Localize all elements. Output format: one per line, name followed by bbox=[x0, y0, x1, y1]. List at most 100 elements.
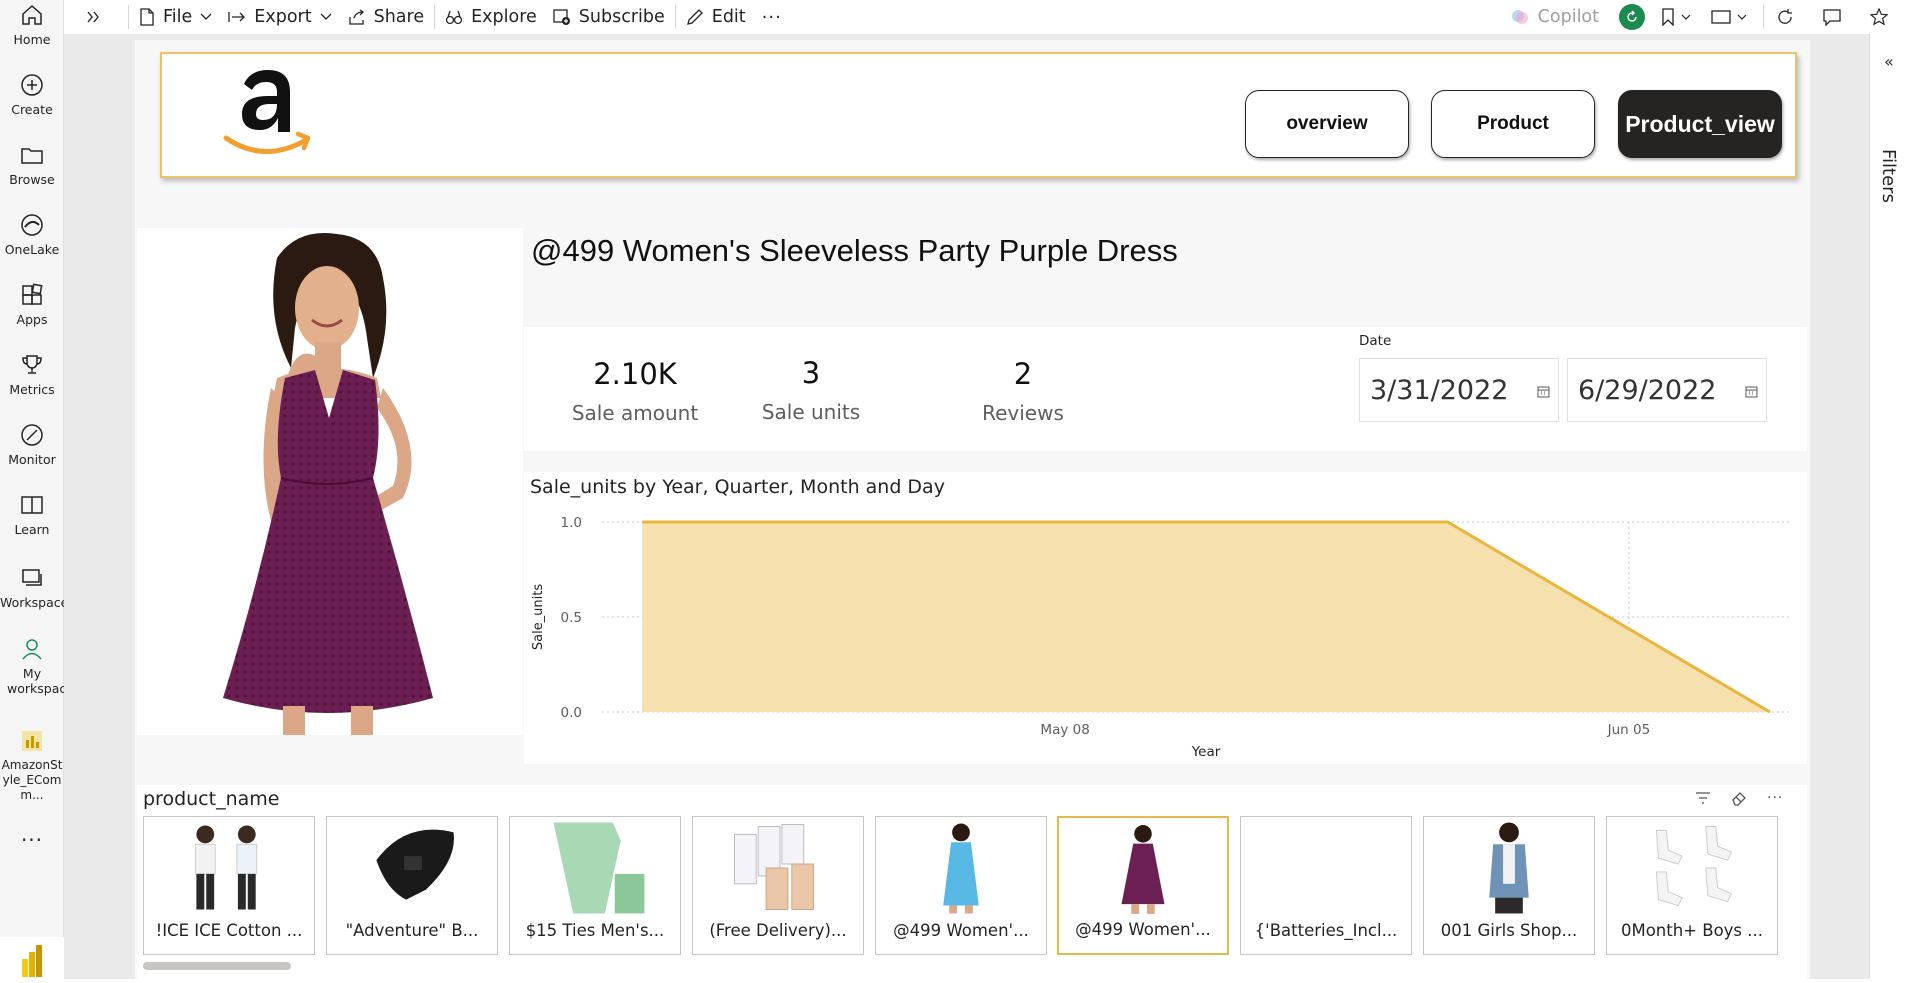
reload-icon bbox=[1778, 9, 1792, 24]
nav-metrics[interactable]: Metrics bbox=[0, 352, 64, 397]
copilot-icon bbox=[1511, 10, 1528, 24]
nav-more-button[interactable]: ... bbox=[0, 822, 64, 846]
kpi-sale-units-label: Sale units bbox=[761, 400, 861, 424]
kpi-sale-amount-value: 2.10K bbox=[593, 357, 677, 391]
slicer-item-label: 001 Girls Shop... bbox=[1440, 921, 1578, 940]
view-menu[interactable] bbox=[1705, 0, 1761, 34]
end-date-input[interactable]: 6/29/2022 bbox=[1567, 358, 1767, 422]
slicer-horizontal-scrollbar[interactable] bbox=[143, 962, 291, 970]
kpi-reviews-value: 2 bbox=[1013, 357, 1033, 391]
nav-create[interactable]: Create bbox=[0, 72, 64, 117]
start-date-value: 3/31/2022 bbox=[1370, 374, 1509, 406]
powerbi-icon bbox=[22, 945, 42, 977]
file-menu[interactable]: File bbox=[131, 0, 220, 34]
favorite-button[interactable] bbox=[1860, 0, 1910, 34]
slicer-item-label: {'Batteries_Incl... bbox=[1254, 921, 1398, 940]
more-options-button[interactable]: ··· bbox=[754, 0, 790, 34]
copilot-button[interactable]: Copilot bbox=[1500, 7, 1609, 27]
data-point bbox=[641, 521, 643, 523]
product-thumbnail bbox=[1489, 822, 1529, 914]
filters-collapse-button[interactable]: « bbox=[1884, 52, 1894, 71]
date-slicer-label: Date bbox=[1359, 333, 1392, 349]
subscribe-button[interactable]: Subscribe bbox=[545, 0, 673, 34]
home-icon bbox=[22, 4, 42, 25]
nav-onelake[interactable]: OneLake bbox=[0, 212, 64, 257]
area-fill bbox=[642, 522, 1770, 712]
product-title: @499 Women's Sleeveless Party Purple Dre… bbox=[531, 233, 1178, 268]
toolbar-divider bbox=[674, 5, 676, 29]
product-thumbnail bbox=[553, 822, 645, 914]
nav-report-label: AmazonStyle_EComm... bbox=[1, 758, 63, 802]
export-menu[interactable]: Export bbox=[220, 0, 339, 34]
x-tick-label: Jun 05 bbox=[1607, 722, 1651, 738]
overview-nav-button[interactable]: overview bbox=[1245, 90, 1409, 158]
slicer-item-label: @499 Women'... bbox=[893, 921, 1029, 940]
slicer-item-label: $15 Ties Men's... bbox=[525, 921, 665, 940]
slicer-item[interactable]: @499 Women'... bbox=[875, 816, 1047, 955]
nav-workspaces[interactable]: Workspaces bbox=[0, 565, 75, 610]
sale-units-area-chart[interactable]: 0.0 0.5 1.0 May 08 Jun 05 Year Sale_units bbox=[524, 472, 1807, 764]
report-icon bbox=[22, 731, 42, 751]
slicer-item[interactable]: {'Batteries_Incl... bbox=[1240, 816, 1412, 955]
slicer-title: product_name bbox=[143, 788, 280, 810]
nav-monitor-label: Monitor bbox=[8, 452, 56, 467]
slicer-item-label: @499 Women'... bbox=[1075, 920, 1211, 939]
product-image-panel bbox=[137, 228, 523, 735]
share-button[interactable]: Share bbox=[340, 0, 433, 34]
slicer-item[interactable]: (Free Delivery)... bbox=[692, 816, 864, 955]
nav-browse-label: Browse bbox=[9, 172, 55, 187]
bookmark-menu[interactable] bbox=[1655, 0, 1705, 34]
slicer-item-label: "Adventure" B... bbox=[345, 921, 479, 940]
binoculars-icon bbox=[445, 10, 463, 25]
nav-browse[interactable]: Browse bbox=[0, 142, 64, 187]
filter-icon[interactable] bbox=[1695, 791, 1711, 805]
product-thumbnail bbox=[194, 825, 258, 910]
nav-home[interactable]: Home bbox=[0, 2, 64, 47]
nav-home-label: Home bbox=[13, 32, 51, 47]
product-view-nav-button[interactable]: Product_view bbox=[1618, 90, 1782, 158]
subscribe-button-label: Subscribe bbox=[578, 7, 665, 27]
slicer-item-label: (Free Delivery)... bbox=[709, 921, 847, 940]
calendar-icon[interactable] bbox=[1537, 385, 1550, 398]
eraser-icon[interactable] bbox=[1731, 790, 1747, 806]
slicer-item[interactable]: "Adventure" B... bbox=[326, 816, 498, 955]
product-nav-button[interactable]: Product bbox=[1431, 90, 1595, 158]
chevron-down-icon bbox=[1737, 14, 1747, 20]
nav-apps[interactable]: Apps bbox=[0, 282, 64, 327]
explore-button-label: Explore bbox=[471, 7, 537, 27]
refresh-circle-icon bbox=[1627, 10, 1637, 22]
data-point bbox=[1447, 521, 1449, 523]
kpi-sale-amount: 2.10K Sale amount bbox=[565, 357, 705, 425]
slicer-item-selected[interactable]: @499 Women'... bbox=[1057, 816, 1229, 955]
filters-label[interactable]: Filters bbox=[1878, 149, 1899, 203]
filters-pane[interactable]: « Filters bbox=[1869, 34, 1910, 979]
more-options-icon[interactable]: ··· bbox=[1767, 790, 1783, 806]
nav-learn-label: Learn bbox=[14, 522, 50, 537]
comments-button[interactable] bbox=[1812, 0, 1860, 34]
y-tick-label: 0.5 bbox=[561, 610, 582, 626]
slicer-item[interactable]: 0Month+ Boys ... bbox=[1606, 816, 1778, 955]
powerbi-logo bbox=[0, 937, 64, 979]
nav-monitor[interactable]: Monitor bbox=[0, 422, 64, 467]
explore-button[interactable]: Explore bbox=[437, 0, 545, 34]
user-icon bbox=[22, 639, 42, 660]
product-image bbox=[223, 233, 433, 735]
calendar-icon[interactable] bbox=[1745, 385, 1758, 398]
start-date-input[interactable]: 3/31/2022 bbox=[1359, 358, 1559, 422]
nav-my-workspace[interactable]: My workspace bbox=[0, 636, 74, 696]
subscribe-icon bbox=[553, 9, 570, 25]
product-thumbnail bbox=[943, 823, 979, 914]
slicer-item[interactable]: $15 Ties Men's... bbox=[509, 816, 681, 955]
toolbar-divider bbox=[434, 5, 436, 29]
expand-nav-button[interactable] bbox=[64, 0, 126, 34]
slicer-item-label: !ICE ICE Cotton ... bbox=[155, 921, 303, 940]
slicer-item[interactable]: !ICE ICE Cotton ... bbox=[143, 816, 315, 955]
kpi-sale-units: 3 Sale units bbox=[751, 356, 871, 424]
nav-report[interactable]: AmazonStyle_EComm... bbox=[0, 728, 64, 803]
reload-button[interactable] bbox=[1766, 0, 1812, 34]
nav-learn[interactable]: Learn bbox=[0, 492, 64, 537]
refresh-status-icon[interactable] bbox=[1619, 4, 1645, 30]
edit-button[interactable]: Edit bbox=[678, 0, 754, 34]
file-menu-label: File bbox=[163, 7, 193, 27]
slicer-item[interactable]: 001 Girls Shop... bbox=[1423, 816, 1595, 955]
